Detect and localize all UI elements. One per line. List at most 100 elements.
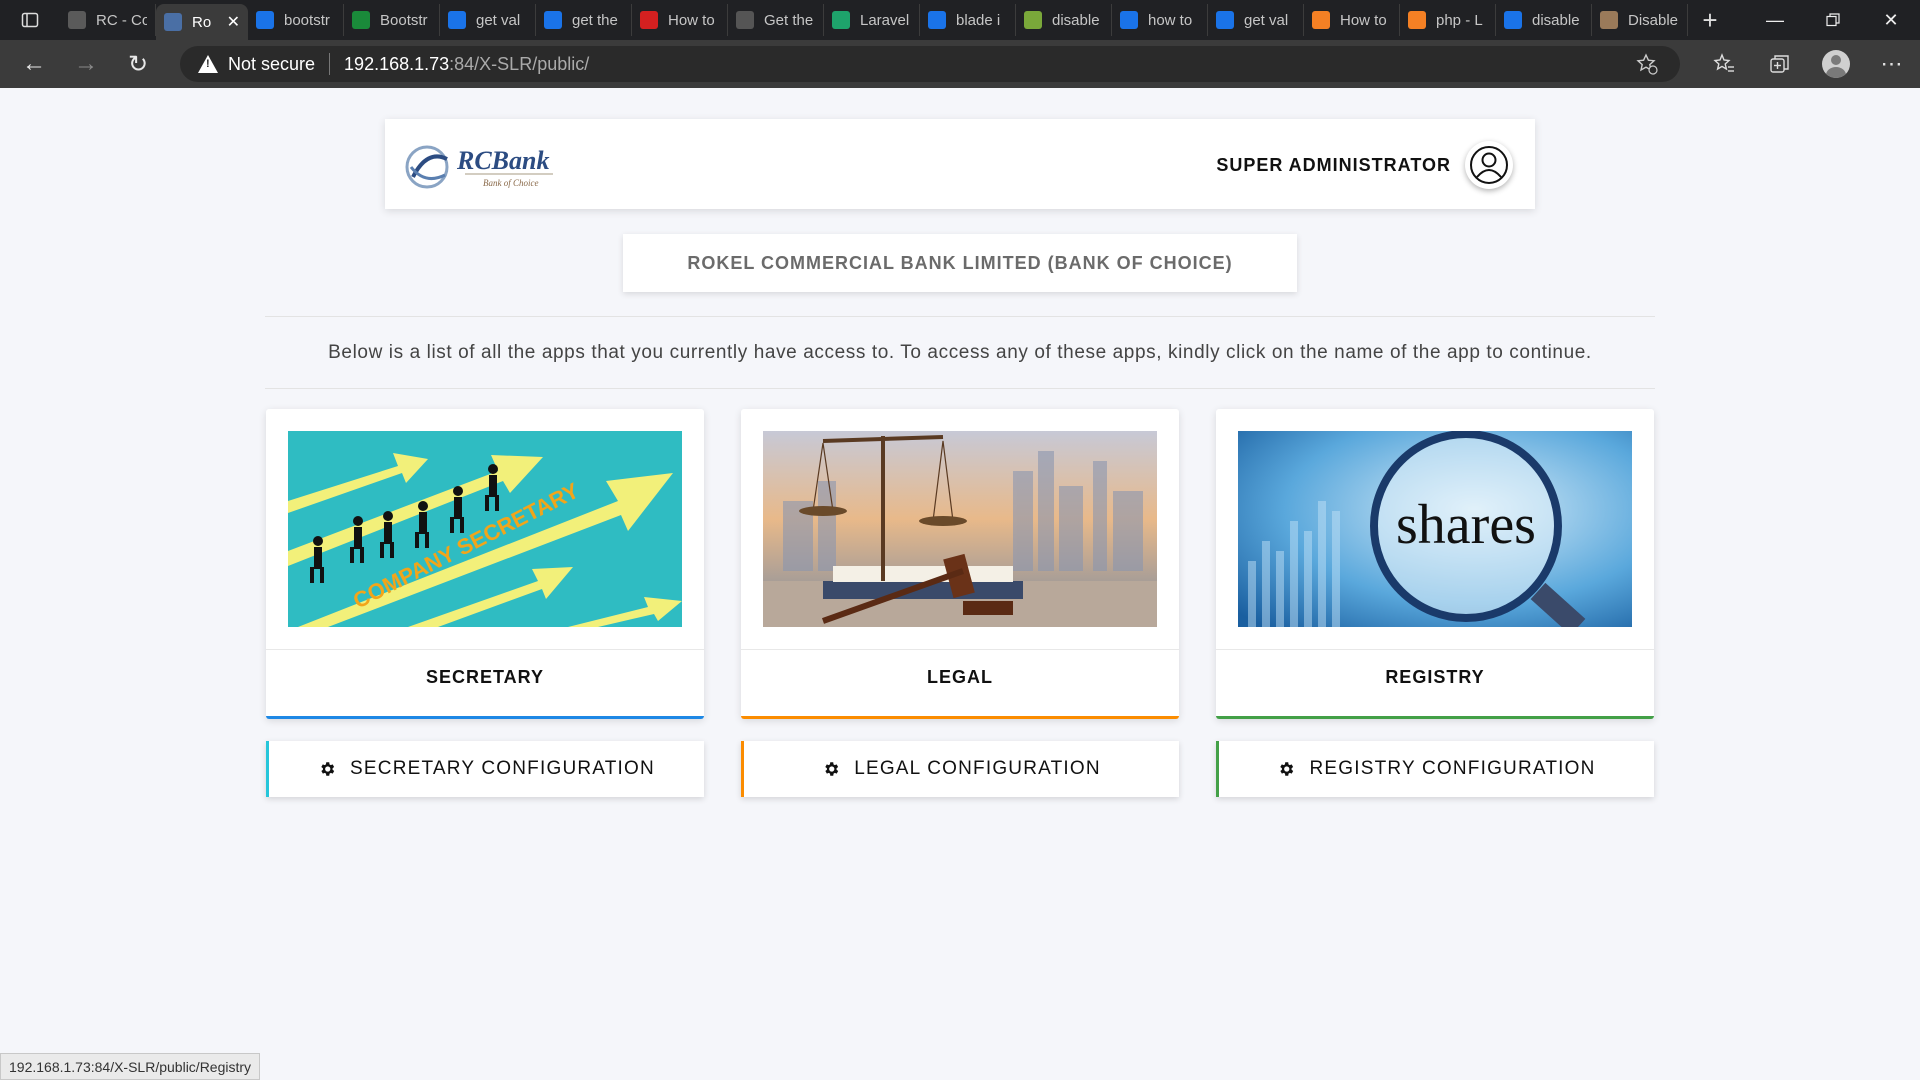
minimize-button[interactable]: — xyxy=(1746,0,1804,40)
secretary-image: COMPANY SECRETARY xyxy=(288,431,682,627)
browser-tab[interactable]: php - L xyxy=(1400,4,1496,36)
restore-button[interactable] xyxy=(1804,0,1862,40)
gear-icon xyxy=(1277,760,1295,778)
browser-tab[interactable]: bootstr xyxy=(248,4,344,36)
logo-tagline: Bank of Choice xyxy=(483,178,539,188)
browser-tab[interactable]: Get the xyxy=(728,4,824,36)
stackoverflow-icon xyxy=(1312,11,1330,29)
restore-icon xyxy=(1826,13,1840,27)
tab-title: php - L xyxy=(1436,11,1483,29)
forward-button[interactable]: → xyxy=(60,40,112,88)
browser-tab[interactable]: How to xyxy=(632,4,728,36)
back-button[interactable]: ← xyxy=(8,40,60,88)
tab-title: How to xyxy=(668,11,715,29)
tab-title: Laravel xyxy=(860,11,910,29)
window-controls: — ✕ xyxy=(1746,0,1920,40)
browser-tab[interactable]: get val xyxy=(440,4,536,36)
stackoverflow-icon xyxy=(1600,11,1618,29)
close-window-button[interactable]: ✕ xyxy=(1862,0,1920,40)
browser-tab[interactable]: blade i xyxy=(920,4,1016,36)
minimize-icon: — xyxy=(1766,9,1784,30)
url-path: :84/X-SLR/public/ xyxy=(449,53,590,74)
tab-title: disable xyxy=(1532,11,1580,29)
app-name-secretary[interactable]: SECRETARY xyxy=(266,667,704,688)
divider-bottom xyxy=(265,388,1655,389)
warning-icon xyxy=(198,55,218,73)
arrow-left-icon: ← xyxy=(22,50,46,77)
app-name-legal[interactable]: LEGAL xyxy=(741,667,1179,688)
header-card: RCBank Bank of Choice SUPER ADMINISTRATO… xyxy=(385,119,1535,209)
intro-text: Below is a list of all the apps that you… xyxy=(328,342,1592,363)
tab-title: how to xyxy=(1148,11,1193,29)
browser-tab[interactable]: disable xyxy=(1016,4,1112,36)
legal-image xyxy=(763,431,1157,627)
add-favorite-button[interactable] xyxy=(1636,53,1658,80)
rcbank-logo-mark: RCBank Bank of Choice xyxy=(405,145,553,189)
site-icon xyxy=(68,11,86,29)
browser-tab[interactable]: RC - Co xyxy=(60,4,156,36)
tab-title: Disable xyxy=(1628,11,1679,29)
tab-title: RC - Co xyxy=(96,11,147,29)
reload-button[interactable]: ↻ xyxy=(112,40,164,88)
browser-tab[interactable]: How to xyxy=(1304,4,1400,36)
more-icon: ⋯ xyxy=(1880,51,1904,76)
profile-button[interactable] xyxy=(1808,40,1864,88)
star-icon xyxy=(1024,11,1042,29)
browser-right-tools: ⋯ xyxy=(1696,40,1920,88)
tab-title: disable xyxy=(1052,11,1100,29)
refresh-icon: ↻ xyxy=(127,50,149,78)
browser-tab[interactable]: Laravel xyxy=(824,4,920,36)
settings-menu-button[interactable]: ⋯ xyxy=(1864,40,1920,88)
page-content: RCBank Bank of Choice SUPER ADMINISTRATO… xyxy=(0,88,1920,1080)
card-divider xyxy=(1216,649,1654,650)
app-card-registry[interactable]: shares REGISTRY xyxy=(1216,409,1654,719)
tab-title: get val xyxy=(1244,11,1289,29)
app-name-registry[interactable]: REGISTRY xyxy=(1216,667,1654,688)
card-divider xyxy=(266,649,704,650)
star-plus-icon xyxy=(1636,53,1658,75)
tab-list: RC - Co Ro ✕ bootstr Bootstr get val get the Ho… xyxy=(60,0,1688,40)
bing-icon xyxy=(1504,11,1522,29)
bing-icon xyxy=(1120,11,1138,29)
browser-tab[interactable]: get the xyxy=(536,4,632,36)
new-tab-button[interactable]: + xyxy=(1688,0,1732,40)
registry-image: shares xyxy=(1238,431,1632,627)
tab-title: get val xyxy=(476,11,521,29)
user-role-label: SUPER ADMINISTRATOR xyxy=(1216,154,1451,175)
user-avatar[interactable] xyxy=(1465,141,1513,189)
browser-tab[interactable]: get val xyxy=(1208,4,1304,36)
browser-tab[interactable]: Bootstr xyxy=(344,4,440,36)
rcbank-logo[interactable]: RCBank Bank of Choice xyxy=(405,141,555,191)
browser-tab[interactable]: Ro ✕ xyxy=(156,4,248,40)
arrow-right-icon: → xyxy=(74,50,98,77)
registry-configuration-button[interactable]: REGISTRY CONFIGURATION xyxy=(1216,741,1654,797)
tab-title: blade i xyxy=(956,11,1001,29)
tab-title: Bootstr xyxy=(380,11,428,29)
gear-icon xyxy=(318,760,336,778)
bing-icon xyxy=(1216,11,1234,29)
td-icon xyxy=(736,11,754,29)
bing-icon xyxy=(928,11,946,29)
address-bar[interactable]: Not secure 192.168.1.73:84/X-SLR/public/ xyxy=(180,46,1680,82)
legal-configuration-button[interactable]: LEGAL CONFIGURATION xyxy=(741,741,1179,797)
browser-tab[interactable]: how to xyxy=(1112,4,1208,36)
secretary-configuration-button[interactable]: SECRETARY CONFIGURATION xyxy=(266,741,704,797)
tab-title: Get the xyxy=(764,11,814,29)
tab-actions-button[interactable] xyxy=(0,0,60,40)
favorites-button[interactable] xyxy=(1696,40,1752,88)
browser-tab[interactable]: Disable xyxy=(1592,4,1688,36)
user-menu[interactable]: SUPER ADMINISTRATOR xyxy=(1216,141,1513,189)
app-card-legal[interactable]: LEGAL xyxy=(741,409,1179,719)
close-tab-icon[interactable]: ✕ xyxy=(227,12,240,32)
bing-icon xyxy=(448,11,466,29)
close-icon: ✕ xyxy=(1883,9,1899,30)
app-card-secretary[interactable]: COMPANY SECRETARY SECRETARY xyxy=(266,409,704,719)
tab-title: get the xyxy=(572,11,618,29)
collections-button[interactable] xyxy=(1752,40,1808,88)
gear-icon xyxy=(822,760,840,778)
logo-text: RCBank xyxy=(456,146,550,175)
tab-title: bootstr xyxy=(284,11,330,29)
browser-toolbar: ← → ↻ Not secure 192.168.1.73:84/X-SLR/p… xyxy=(0,40,1920,88)
bank-name-banner: ROKEL COMMERCIAL BANK LIMITED (BANK OF C… xyxy=(623,234,1297,292)
browser-tab[interactable]: disable xyxy=(1496,4,1592,36)
